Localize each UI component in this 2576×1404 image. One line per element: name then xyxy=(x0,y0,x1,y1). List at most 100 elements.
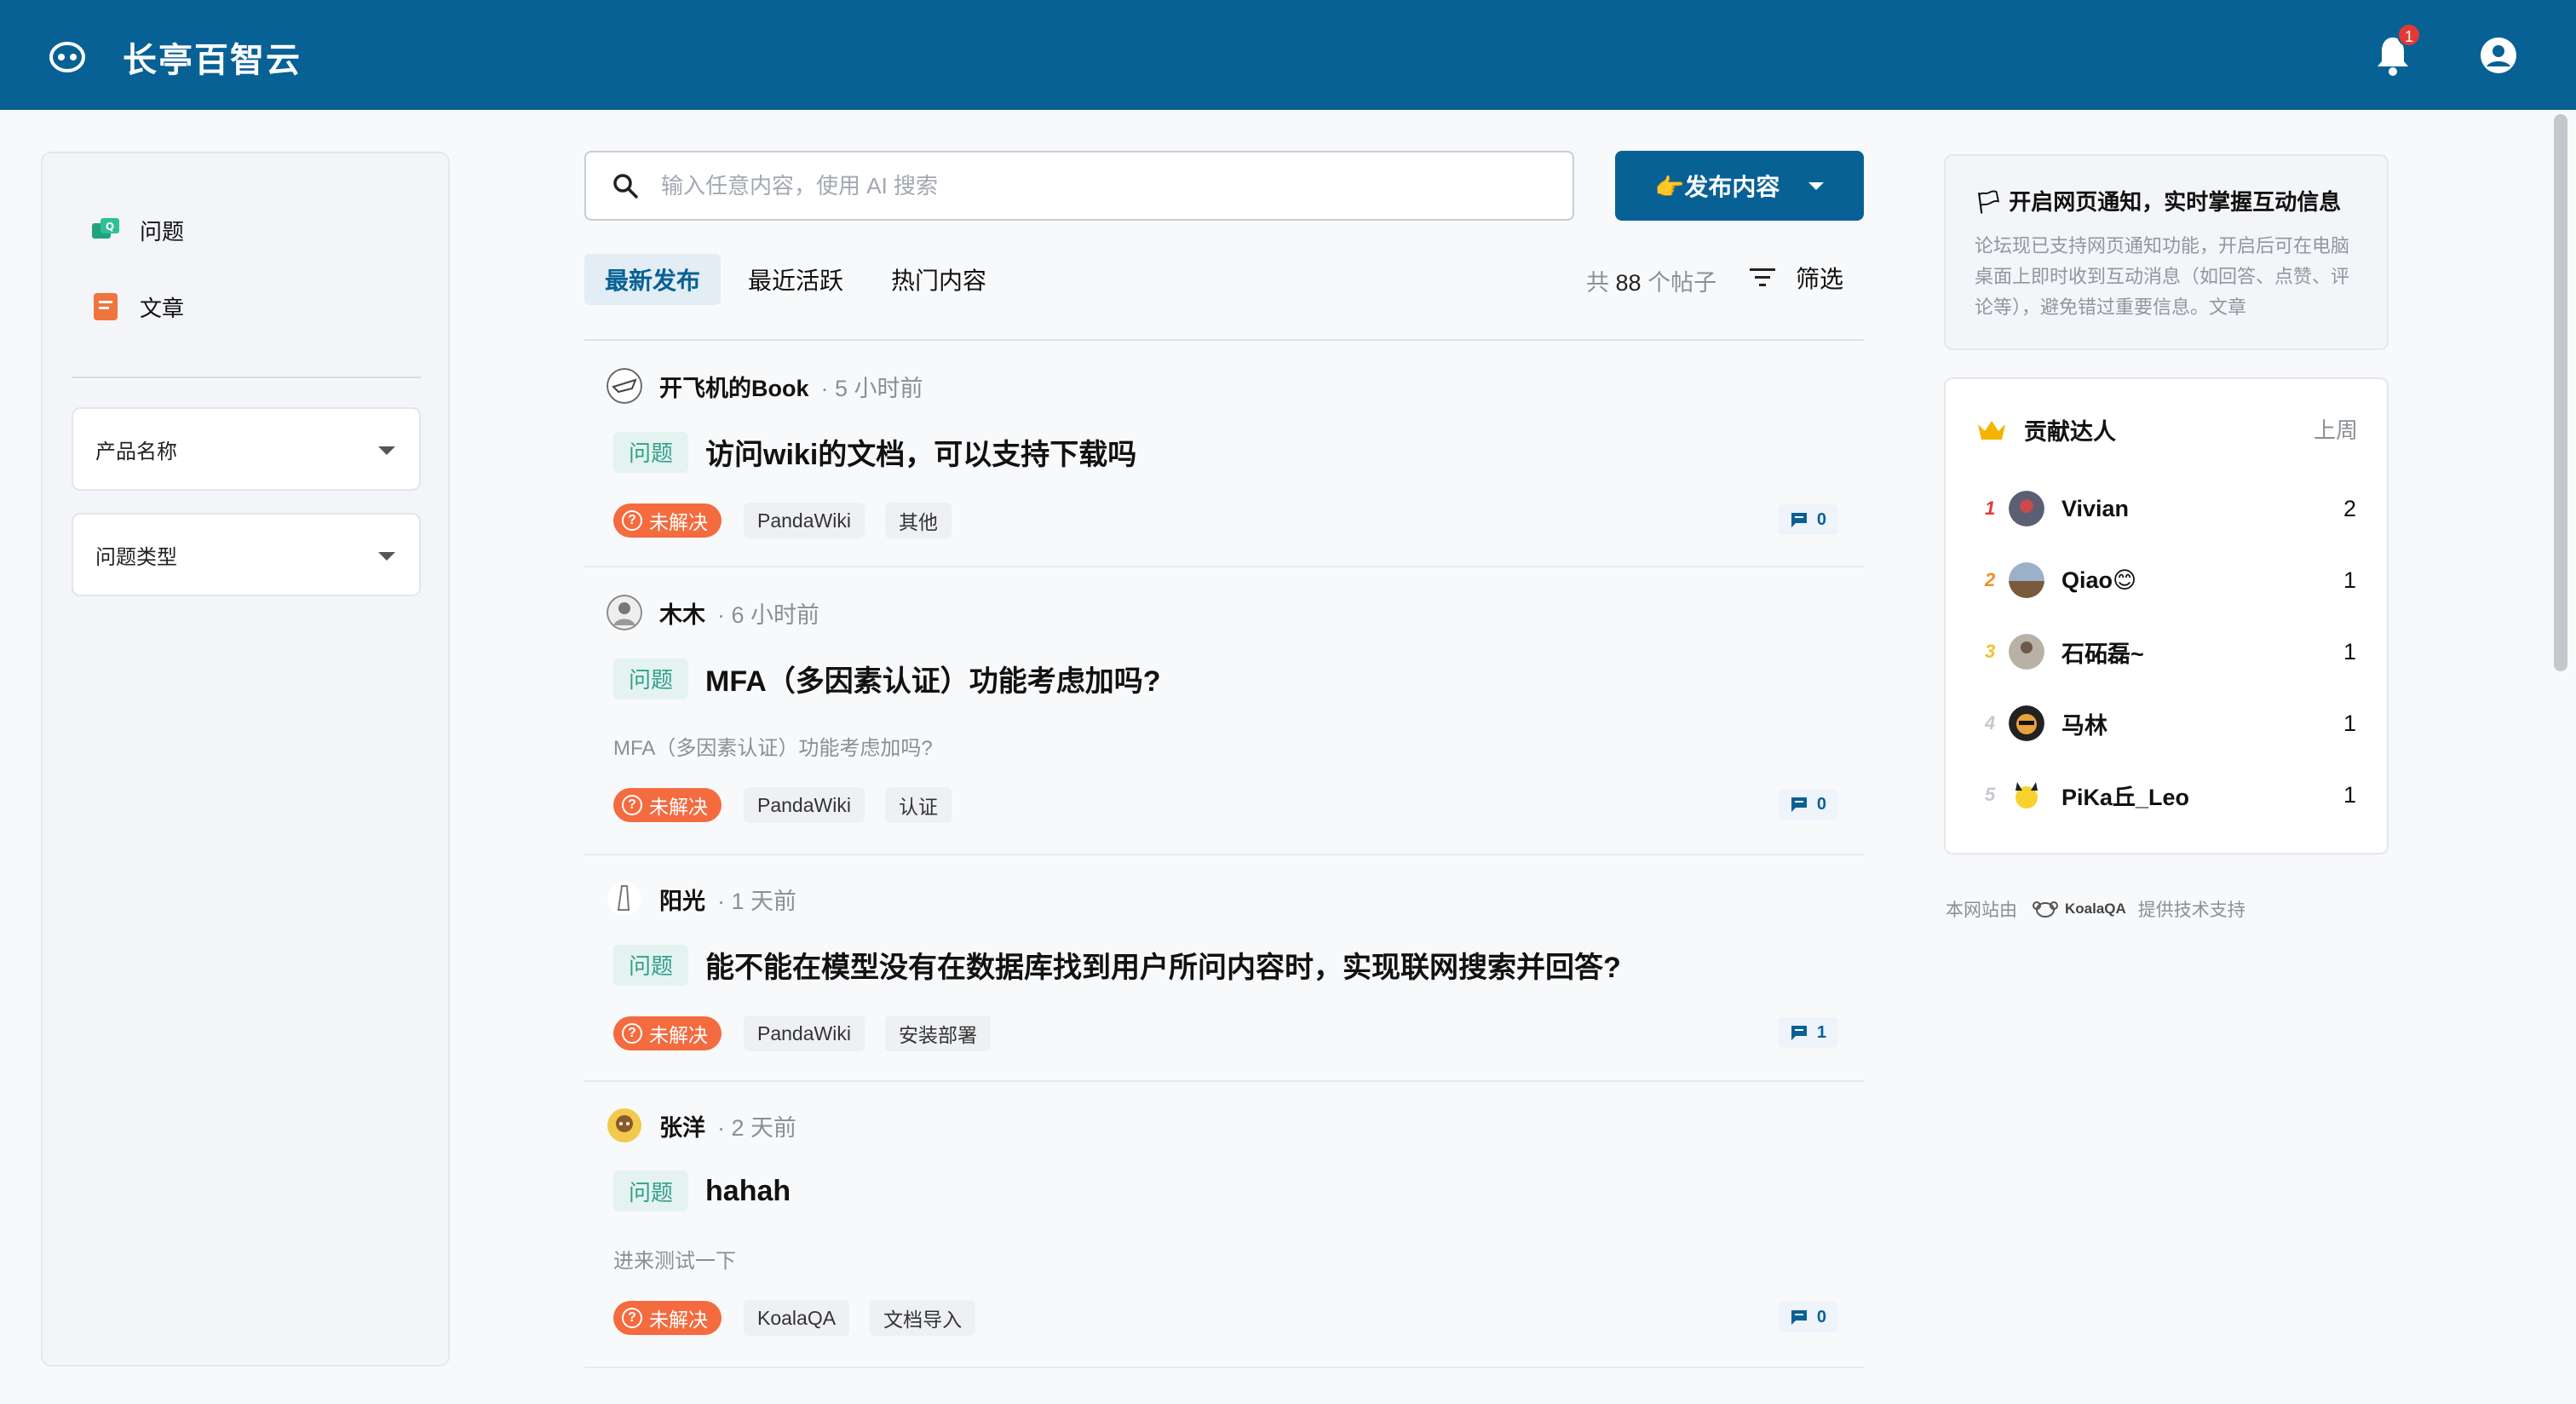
post-type-badge: 问题 xyxy=(613,658,689,699)
post-tags: ? 未解决 PandaWiki 认证 xyxy=(613,787,972,823)
post-title[interactable]: 能不能在模型没有在数据库找到用户所问内容时，实现联网搜索并回答? xyxy=(705,944,1621,986)
chevron-down-icon xyxy=(378,552,395,561)
publish-button[interactable]: 👉发布内容 xyxy=(1615,151,1864,221)
author-name[interactable]: 木木 xyxy=(659,596,705,630)
sidebar-item-articles[interactable]: 文章 xyxy=(90,281,184,332)
tag-chip[interactable]: PandaWiki xyxy=(744,1016,865,1051)
author-name[interactable]: 阳光 xyxy=(659,883,705,916)
status-label: 未解决 xyxy=(649,796,708,818)
post-author: 木木 · 6 小时前 xyxy=(607,595,819,630)
tag-chip[interactable]: KoalaQA xyxy=(744,1300,850,1336)
contributor-score: 2 xyxy=(2343,495,2356,521)
post-item[interactable]: 开飞机的Book · 5 小时前 问题 访问wiki的文档，可以支持下载吗 ? 未… xyxy=(584,342,1864,567)
comment-count: 1 xyxy=(1777,1017,1838,1048)
contributor-score: 1 xyxy=(2343,638,2356,665)
comment-count-value: 0 xyxy=(1816,794,1826,814)
post-time: · 6 小时前 xyxy=(717,601,820,628)
filter-icon xyxy=(1750,268,1775,286)
contributor-name: Qiao😊 xyxy=(2061,567,2137,593)
avatar[interactable] xyxy=(607,1108,642,1143)
post-type-badge: 问题 xyxy=(613,944,689,986)
comment-count: 0 xyxy=(1777,789,1838,820)
post-title[interactable]: hahah xyxy=(705,1175,791,1208)
tag-chip[interactable]: PandaWiki xyxy=(744,503,865,538)
tag-chip[interactable]: 文档导入 xyxy=(870,1300,976,1336)
post-title-row: 问题 能不能在模型没有在数据库找到用户所问内容时，实现联网搜索并回答? xyxy=(613,944,1621,986)
period-label[interactable]: 上周 xyxy=(2314,413,2358,445)
koalaqa-label: KoalaQA xyxy=(2065,901,2126,917)
notification-tip-card[interactable]: 🏳 开启网页通知，实时掌握互动信息 论坛现已支持网页通知功能，开启后可在电脑桌面… xyxy=(1944,154,2389,350)
question-mark-icon: ? xyxy=(622,1023,642,1044)
notice-body: 论坛现已支持网页通知功能，开启后可在电脑桌面上即时收到互动消息（如回答、点赞、评… xyxy=(1975,235,2350,318)
post-count-suffix: 个帖子 xyxy=(1647,270,1717,296)
chevron-down-icon[interactable] xyxy=(1808,181,1825,190)
powered-by-prefix: 本网站由 xyxy=(1946,901,2017,920)
question-mark-icon: ? xyxy=(622,795,642,815)
post-title[interactable]: 访问wiki的文档，可以支持下载吗 xyxy=(705,431,1136,473)
search-bar[interactable] xyxy=(584,151,1574,221)
tag-chip[interactable]: 其他 xyxy=(884,503,952,538)
sidebar-item-label: 文章 xyxy=(140,295,185,321)
tag-chip[interactable]: 安装部署 xyxy=(884,1016,991,1051)
post-author: 张洋 · 2 天前 xyxy=(607,1108,796,1143)
contributor-row[interactable]: 5 PiKa丘_Leo 1 xyxy=(1985,774,2360,816)
post-time: · 1 天前 xyxy=(717,888,797,914)
avatar[interactable] xyxy=(607,368,642,404)
author-name[interactable]: 开飞机的Book xyxy=(659,370,809,403)
logo-icon[interactable] xyxy=(48,37,87,76)
avatar xyxy=(2009,562,2044,598)
post-type-badge: 问题 xyxy=(613,1171,689,1211)
tab-latest[interactable]: 最新发布 xyxy=(584,254,722,305)
contributor-row[interactable]: 2 Qiao😊 1 xyxy=(1985,559,2360,601)
post-item[interactable]: 张洋 · 2 天前 问题 hahah 进来测试一下 ? 未解决 KoalaQA 文… xyxy=(584,1082,1864,1368)
rank-number: 2 xyxy=(1985,569,1996,590)
filter-button[interactable]: 筛选 xyxy=(1750,261,1843,295)
search-input[interactable] xyxy=(661,172,1513,199)
avatar[interactable] xyxy=(607,881,642,917)
contributor-row[interactable]: 3 石砳磊~ 1 xyxy=(1985,630,2360,673)
post-count: 共 88 个帖子 xyxy=(1586,264,1716,297)
brand-name[interactable]: 长亭百智云 xyxy=(123,32,302,82)
avatar xyxy=(2009,634,2044,670)
post-excerpt: 进来测试一下 xyxy=(613,1250,736,1273)
powered-by-note: 本网站由 KoalaQA 提供技术支持 xyxy=(1946,896,2245,922)
contributor-score: 1 xyxy=(2343,710,2356,736)
tab-popular[interactable]: 热门内容 xyxy=(871,254,1007,305)
page-scrollbar[interactable] xyxy=(2554,114,2567,671)
author-name[interactable]: 张洋 xyxy=(659,1109,705,1142)
crown-icon xyxy=(1978,420,2005,440)
question-type-select[interactable]: 问题类型 xyxy=(72,513,421,596)
comment-count-value: 0 xyxy=(1816,1307,1826,1326)
avatar xyxy=(2009,705,2044,741)
post-excerpt: MFA（多因素认证）功能考虑加吗? xyxy=(613,737,933,760)
comment-icon xyxy=(1791,513,1807,527)
tag-chip[interactable]: PandaWiki xyxy=(744,787,865,823)
post-tags: ? 未解决 PandaWiki 其他 xyxy=(613,503,972,538)
search-icon xyxy=(613,174,638,199)
sidebar-item-questions[interactable]: Q 问题 xyxy=(90,204,184,256)
publish-label: 👉发布内容 xyxy=(1654,174,1780,200)
post-title[interactable]: MFA（多因素认证）功能考虑加吗? xyxy=(705,658,1161,699)
contributor-row[interactable]: 4 马林 1 xyxy=(1985,702,2360,745)
select-label: 产品名称 xyxy=(95,440,177,463)
avatar[interactable] xyxy=(607,595,642,630)
status-label: 未解决 xyxy=(649,511,708,533)
select-label: 问题类型 xyxy=(95,545,177,569)
koalaqa-link[interactable]: KoalaQA xyxy=(2033,901,2126,918)
tab-recently-active[interactable]: 最近活跃 xyxy=(727,254,864,305)
post-item[interactable]: 阳光 · 1 天前 问题 能不能在模型没有在数据库找到用户所问内容时，实现联网搜… xyxy=(584,855,1864,1082)
contributor-row[interactable]: 1 Vivian 2 xyxy=(1985,487,2360,530)
sidebar-item-label: 问题 xyxy=(140,218,185,245)
product-name-select[interactable]: 产品名称 xyxy=(72,407,421,491)
user-avatar-icon[interactable] xyxy=(2479,36,2518,75)
status-label: 未解决 xyxy=(649,1024,708,1046)
powered-by-suffix: 提供技术支持 xyxy=(2137,901,2245,920)
comment-icon xyxy=(1791,1026,1807,1040)
post-item[interactable]: 木木 · 6 小时前 问题 MFA（多因素认证）功能考虑加吗? MFA（多因素认… xyxy=(584,567,1864,855)
post-tags: ? 未解决 PandaWiki 安装部署 xyxy=(613,1016,1011,1051)
tag-chip[interactable]: 认证 xyxy=(884,787,952,823)
contributor-score: 1 xyxy=(2343,781,2356,808)
comment-count: 0 xyxy=(1777,1302,1838,1332)
sidebar-divider xyxy=(72,377,421,378)
rank-number: 5 xyxy=(1985,784,1996,805)
